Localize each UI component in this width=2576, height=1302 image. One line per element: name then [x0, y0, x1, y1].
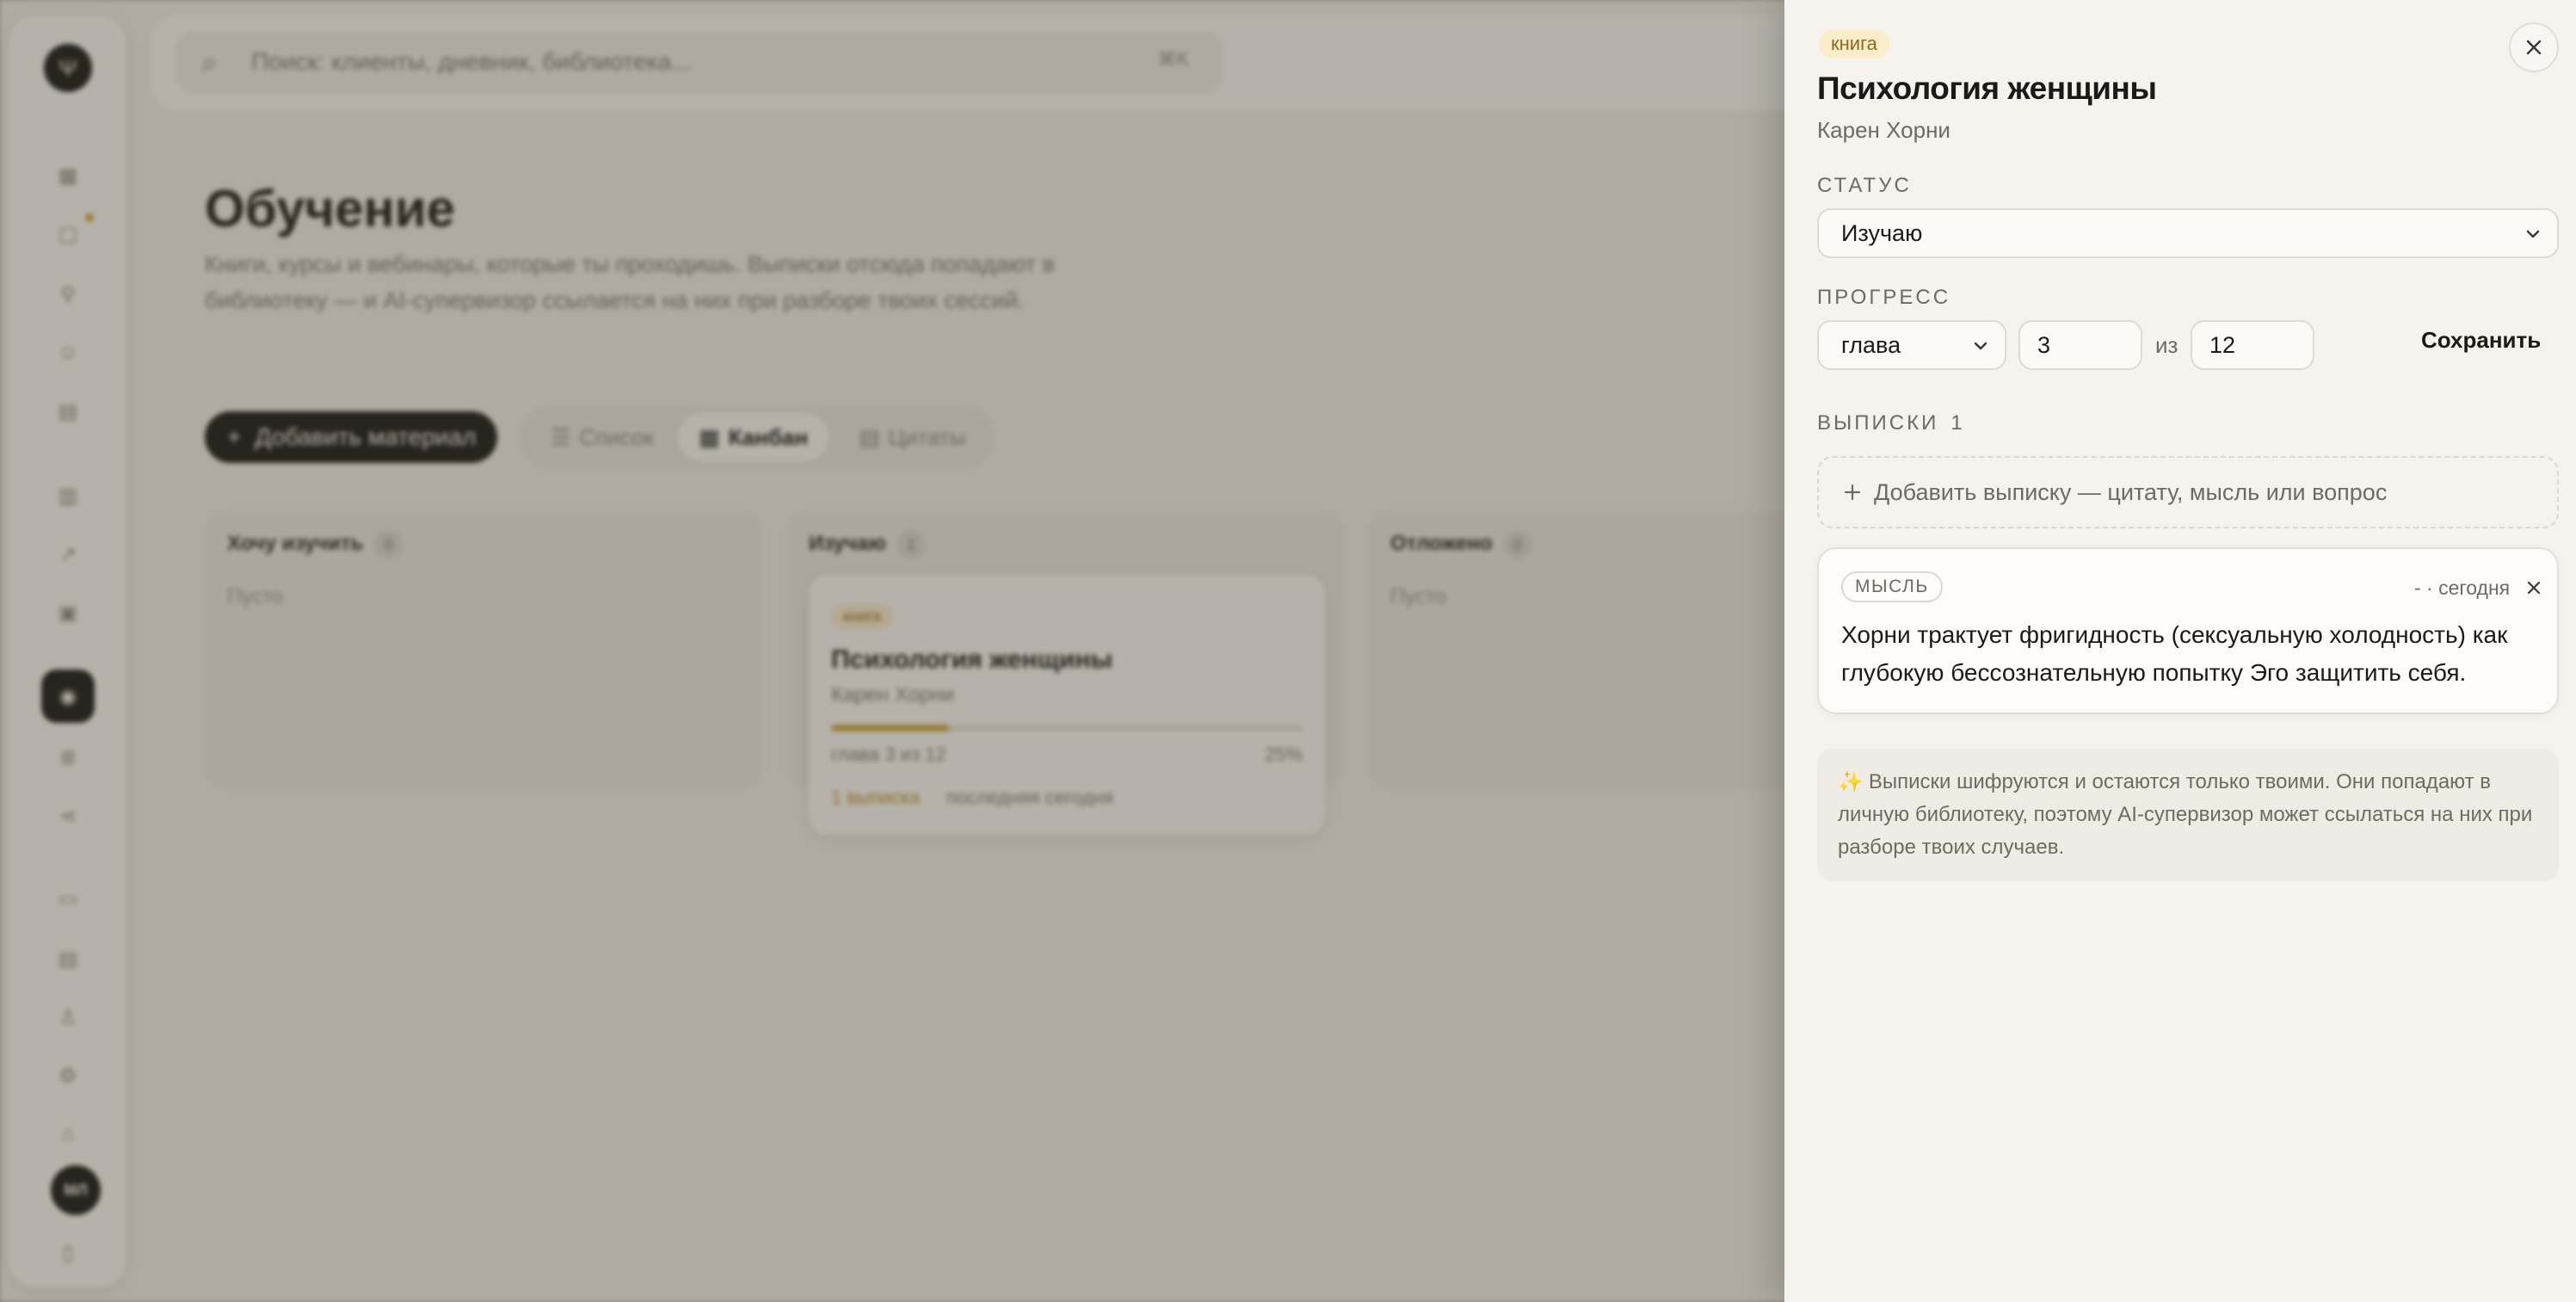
add-note-label: Добавить выписку — цитату, мысль или воп…: [1874, 478, 2388, 505]
progress-unit-value: глава: [1841, 331, 1901, 358]
save-button[interactable]: Сохранить: [2421, 327, 2541, 354]
note-card: МЫСЛЬ - · сегодня Хорни трактует фригидн…: [1817, 547, 2559, 714]
close-button[interactable]: [2509, 22, 2559, 72]
material-author: Карен Хорни: [1817, 117, 1950, 143]
plus-icon: [1844, 484, 1861, 501]
close-icon: [2526, 40, 2542, 55]
notes-label: ВЫПИСКИ 1: [1817, 411, 1963, 435]
material-detail-panel: книга Психология женщины Карен Хорни СТА…: [1784, 0, 2576, 1302]
info-text: Выписки шифруются и остаются только твои…: [1838, 770, 2533, 859]
note-type-badge: МЫСЛЬ: [1841, 571, 1943, 602]
note-meta: - · сегодня: [2414, 577, 2511, 599]
progress-of-label: из: [2155, 332, 2179, 358]
sparkle-icon: ✨: [1838, 770, 1864, 793]
add-note-button[interactable]: Добавить выписку — цитату, мысль или воп…: [1817, 456, 2559, 528]
status-value: Изучаю: [1841, 219, 1923, 246]
progress-unit-select[interactable]: глава: [1817, 320, 2006, 370]
progress-total-input[interactable]: [2191, 320, 2314, 370]
type-badge: книга: [1819, 29, 1889, 59]
status-select[interactable]: Изучаю: [1817, 208, 2559, 258]
chevron-down-icon: [2526, 230, 2540, 238]
encryption-info: ✨ Выписки шифруются и остаются только тво…: [1817, 749, 2559, 881]
notes-count: 1: [1950, 411, 1963, 435]
status-label: СТАТУС: [1817, 174, 1912, 197]
delete-note-icon[interactable]: [2524, 578, 2543, 597]
progress-label: ПРОГРЕСС: [1817, 286, 1951, 309]
material-title: Психология женщины: [1817, 71, 2157, 106]
chevron-down-icon: [1974, 342, 1987, 350]
note-text: Хорни трактует фригидность (сексуальную …: [1841, 621, 2508, 686]
progress-current-input[interactable]: [2018, 320, 2142, 370]
